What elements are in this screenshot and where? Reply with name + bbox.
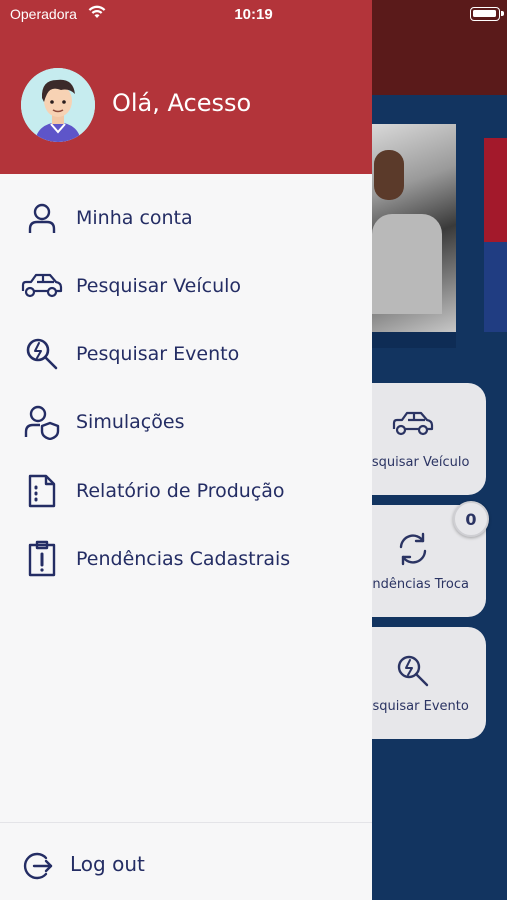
car-icon [20,266,64,306]
menu-item-label: Pesquisar Veículo [76,275,242,297]
banner-photo-face [374,150,404,200]
logout-label: Log out [70,852,145,876]
avatar[interactable] [21,68,95,142]
banner-photo [372,124,456,332]
menu-item-pesquisar-veiculo[interactable]: Pesquisar Veículo [0,258,372,314]
banner-border [372,332,456,348]
menu-item-pesquisar-evento[interactable]: Pesquisar Evento [0,326,372,382]
user-icon [20,198,64,238]
menu-item-label: Pendências Cadastrais [76,548,291,570]
notification-badge: 0 [453,501,489,537]
status-bar: Operadora 10:19 [0,0,507,30]
menu-item-minha-conta[interactable]: Minha conta [0,190,372,246]
banner-stripe-blue [484,242,507,332]
banner-photo-suit [372,214,442,314]
menu-item-label: Minha conta [76,207,193,229]
menu-item-label: Relatório de Produção [76,480,285,502]
greeting-text: Olá, Acesso [112,89,252,117]
menu-item-pendencias-cadastrais[interactable]: Pendências Cadastrais [0,531,372,587]
document-icon [20,471,64,511]
menu-item-relatorio-producao[interactable]: Relatório de Produção [0,463,372,519]
side-drawer: Olá, Acesso Minha conta Pesquisar Veícul… [0,0,372,900]
search-event-icon [20,334,64,374]
menu-item-label: Simulações [76,411,185,433]
drawer-divider [0,822,372,823]
user-shield-icon [20,402,64,442]
logout-button[interactable]: Log out [0,840,372,892]
battery-icon [470,7,504,21]
menu-item-label: Pesquisar Evento [76,343,240,365]
logout-icon [22,850,54,886]
clipboard-alert-icon [20,539,64,579]
banner-stripe-red [484,138,507,242]
menu-item-simulacoes[interactable]: Simulações [0,394,372,450]
clock: 10:19 [234,6,273,23]
